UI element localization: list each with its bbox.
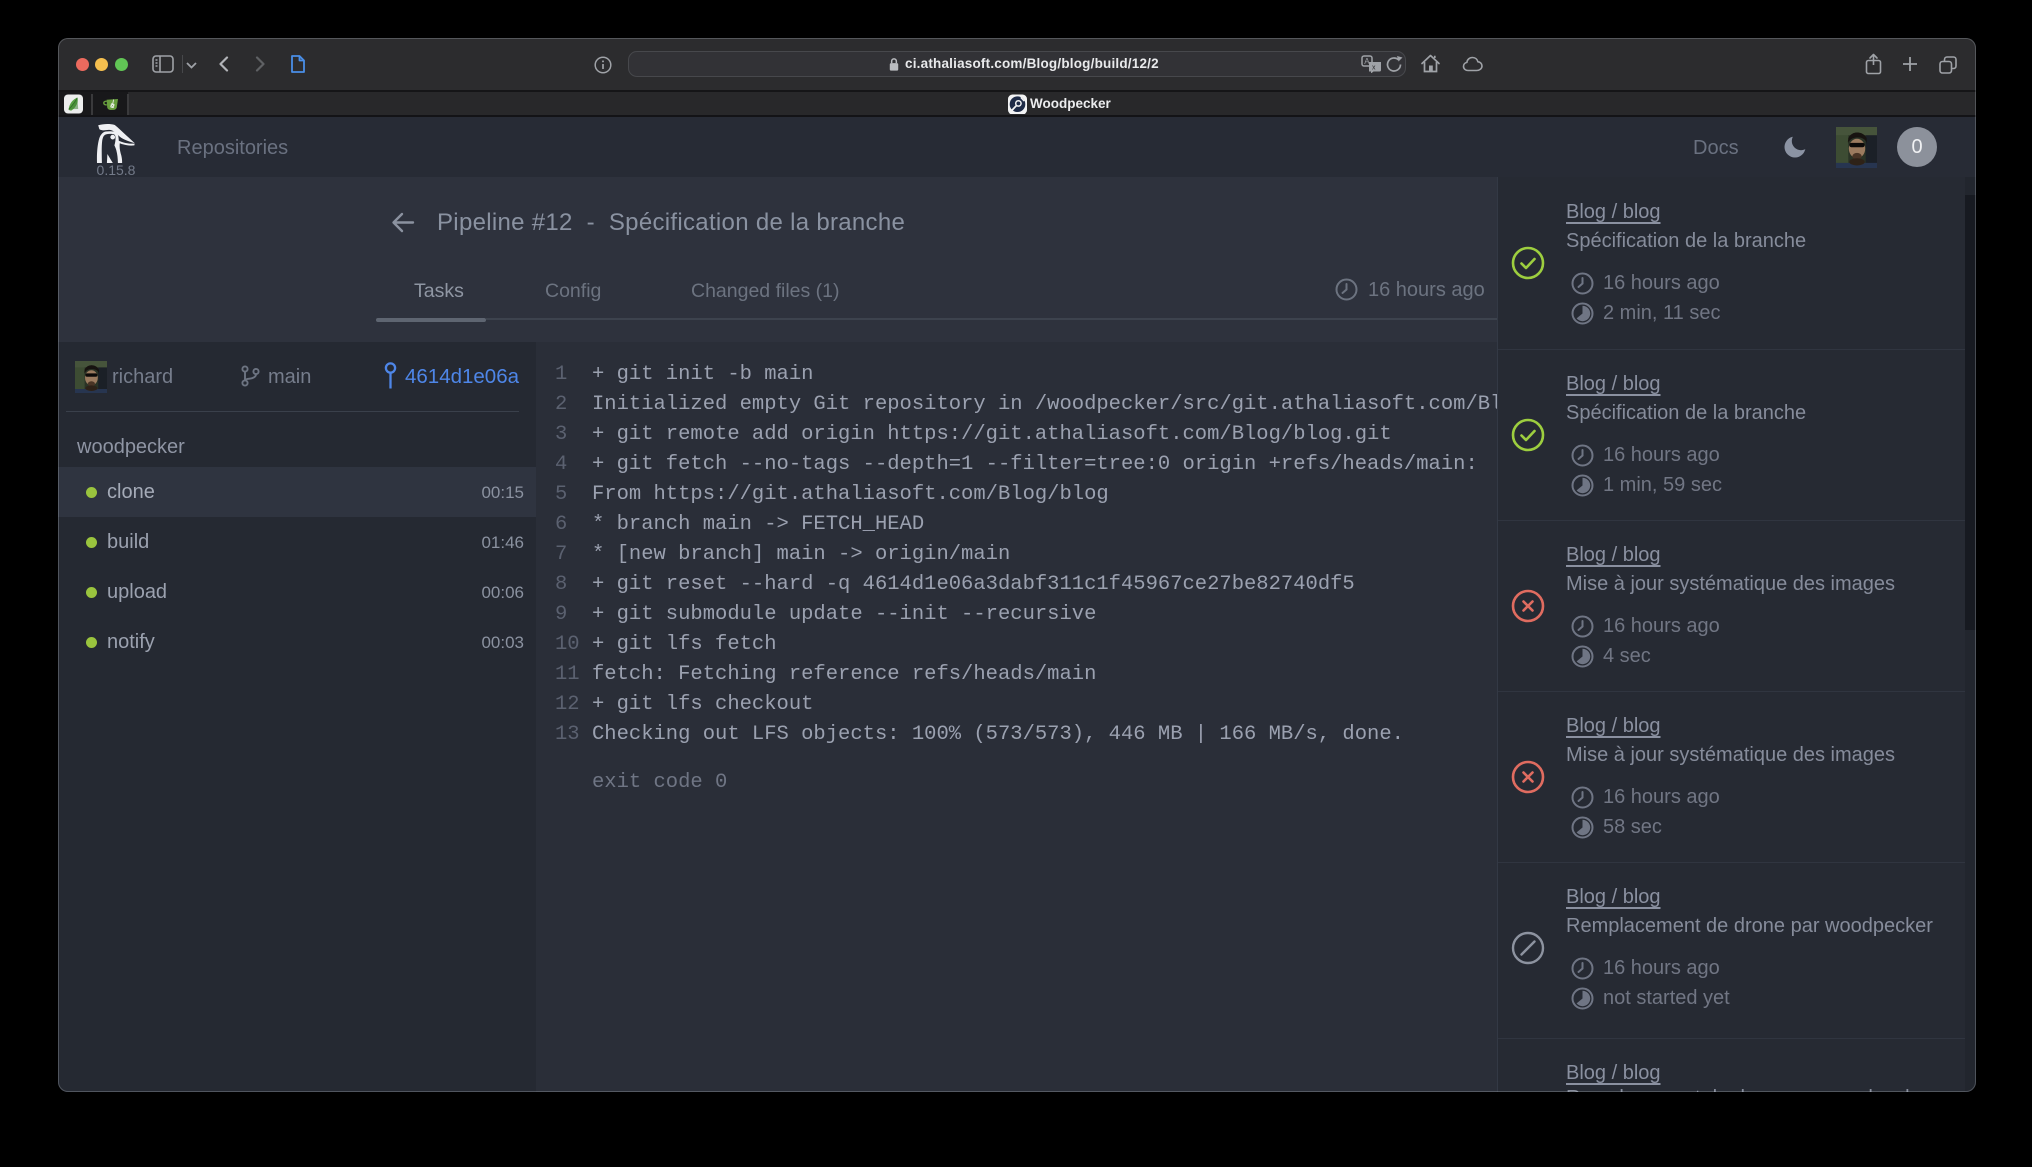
svg-text:x: x xyxy=(1372,65,1376,72)
